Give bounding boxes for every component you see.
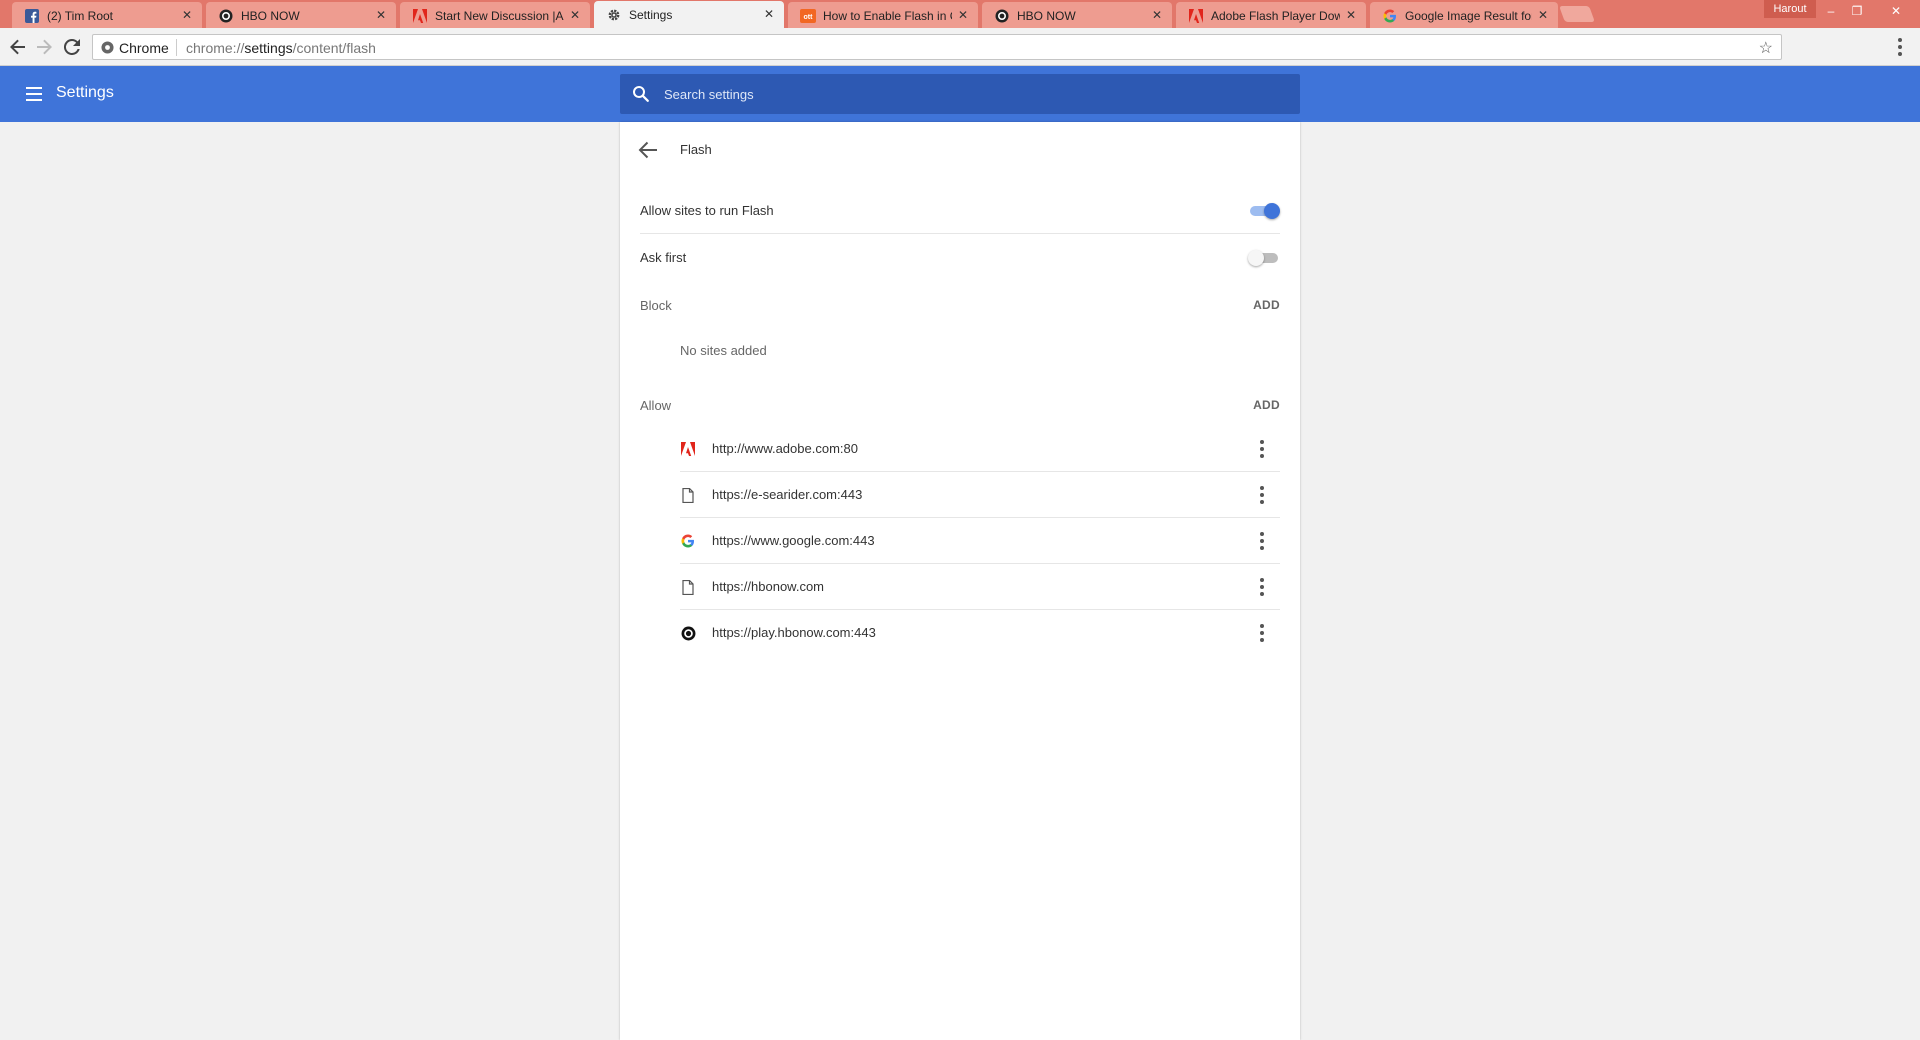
google-icon bbox=[1382, 8, 1398, 24]
browser-toolbar: Chrome chrome://settings/content/flash ☆ bbox=[0, 28, 1920, 66]
tab-title: Start New Discussion |Ad bbox=[435, 9, 564, 23]
tab-strip: (2) Tim Root ✕ HBO NOW ✕ Start New Discu… bbox=[0, 0, 1920, 28]
window-close-button[interactable]: ✕ bbox=[1876, 2, 1916, 20]
close-tab-icon[interactable]: ✕ bbox=[1150, 8, 1164, 22]
close-tab-icon[interactable]: ✕ bbox=[1344, 8, 1358, 22]
allow-flash-toggle[interactable] bbox=[1248, 203, 1280, 219]
origin-chip: Chrome bbox=[119, 40, 169, 56]
gear-icon bbox=[606, 7, 622, 23]
ask-first-label: Ask first bbox=[640, 250, 687, 265]
close-tab-icon[interactable]: ✕ bbox=[1536, 8, 1550, 22]
tab-title: Settings bbox=[629, 8, 673, 22]
back-arrow-icon[interactable] bbox=[638, 141, 658, 159]
profile-button[interactable]: Harout bbox=[1764, 0, 1816, 18]
list-item[interactable]: https://play.hbonow.com:443 bbox=[680, 610, 1280, 656]
tab-settings[interactable]: Settings ✕ bbox=[594, 1, 784, 28]
svg-text:ott: ott bbox=[804, 14, 814, 21]
back-button[interactable] bbox=[8, 37, 28, 57]
search-settings-box[interactable] bbox=[620, 74, 1300, 114]
site-url: http://www.adobe.com:80 bbox=[712, 441, 858, 456]
adobe-icon bbox=[412, 8, 428, 24]
minimize-button[interactable]: – bbox=[1818, 2, 1844, 20]
url-text[interactable]: chrome://settings/content/flash bbox=[186, 40, 376, 56]
site-url: https://www.google.com:443 bbox=[712, 533, 875, 548]
menu-hamburger-icon[interactable] bbox=[26, 87, 42, 101]
page-icon bbox=[680, 579, 696, 595]
adobe-icon bbox=[1188, 8, 1204, 24]
block-add-button[interactable]: ADD bbox=[1253, 298, 1280, 312]
more-actions-icon[interactable] bbox=[1260, 578, 1264, 596]
allow-flash-label: Allow sites to run Flash bbox=[640, 203, 774, 218]
ask-first-row[interactable]: Ask first bbox=[640, 235, 1280, 281]
tab-title: Google Image Result for bbox=[1405, 9, 1532, 23]
tab-start-new-discussion[interactable]: Start New Discussion |Ad ✕ bbox=[400, 2, 590, 28]
ask-first-toggle[interactable] bbox=[1248, 250, 1280, 266]
close-tab-icon[interactable]: ✕ bbox=[762, 7, 776, 21]
page-title: Settings bbox=[56, 84, 114, 101]
address-bar[interactable]: Chrome chrome://settings/content/flash ☆ bbox=[92, 34, 1782, 60]
site-url: https://e-searider.com:443 bbox=[712, 487, 863, 502]
page-icon bbox=[680, 487, 696, 503]
facebook-icon bbox=[24, 8, 40, 24]
more-actions-icon[interactable] bbox=[1260, 486, 1264, 504]
reload-button[interactable] bbox=[62, 37, 82, 57]
chrome-menu-icon[interactable] bbox=[1896, 38, 1904, 58]
site-url: https://hbonow.com bbox=[712, 579, 825, 594]
hbo-icon bbox=[680, 625, 696, 641]
settings-header: Settings bbox=[0, 66, 1920, 122]
tab-title: (2) Tim Root bbox=[47, 9, 114, 23]
hbo-icon bbox=[994, 8, 1010, 24]
tab-hbo-now-2[interactable]: HBO NOW ✕ bbox=[982, 2, 1172, 28]
allow-add-button[interactable]: ADD bbox=[1253, 398, 1280, 412]
restore-button[interactable]: ❐ bbox=[1844, 2, 1870, 20]
tab-how-to-enable-flash[interactable]: ott How to Enable Flash in C ✕ bbox=[788, 2, 978, 28]
list-item[interactable]: http://www.adobe.com:80 bbox=[680, 426, 1280, 472]
forward-arrow-icon bbox=[37, 39, 52, 55]
back-arrow-icon bbox=[10, 39, 25, 55]
site-url: https://play.hbonow.com:443 bbox=[712, 625, 876, 640]
subpage-title: Flash bbox=[680, 142, 712, 157]
tab-tim-root[interactable]: (2) Tim Root ✕ bbox=[12, 2, 202, 28]
tab-title: HBO NOW bbox=[1017, 9, 1076, 23]
tab-hbo-now[interactable]: HBO NOW ✕ bbox=[206, 2, 396, 28]
list-item[interactable]: https://e-searider.com:443 bbox=[680, 472, 1280, 518]
tab-title: Adobe Flash Player Dow bbox=[1211, 9, 1340, 23]
flash-settings-card: Flash Allow sites to run Flash Ask first… bbox=[620, 122, 1300, 1040]
forward-button[interactable] bbox=[34, 37, 54, 57]
allow-heading: Allow bbox=[640, 398, 672, 413]
hbo-icon bbox=[218, 8, 234, 24]
close-tab-icon[interactable]: ✕ bbox=[568, 8, 582, 22]
omnibox-divider bbox=[176, 39, 177, 56]
more-actions-icon[interactable] bbox=[1260, 532, 1264, 550]
list-item[interactable]: https://www.google.com:443 bbox=[680, 518, 1280, 564]
tab-google-image-result[interactable]: Google Image Result for ✕ bbox=[1370, 2, 1558, 28]
chrome-page-icon bbox=[101, 41, 114, 54]
new-tab-button[interactable] bbox=[1559, 6, 1595, 22]
block-heading: Block bbox=[640, 298, 672, 313]
search-settings-input[interactable] bbox=[664, 74, 1284, 114]
google-icon bbox=[680, 533, 696, 549]
adobe-icon bbox=[680, 441, 696, 457]
search-icon bbox=[633, 86, 649, 102]
close-tab-icon[interactable]: ✕ bbox=[374, 8, 388, 22]
allow-flash-row[interactable]: Allow sites to run Flash bbox=[640, 188, 1280, 234]
allow-section-header: Allow ADD bbox=[640, 398, 1280, 418]
tab-title: How to Enable Flash in C bbox=[823, 9, 952, 23]
more-actions-icon[interactable] bbox=[1260, 440, 1264, 458]
close-tab-icon[interactable]: ✕ bbox=[180, 8, 194, 22]
close-tab-icon[interactable]: ✕ bbox=[956, 8, 970, 22]
more-actions-icon[interactable] bbox=[1260, 624, 1264, 642]
bookmark-star-icon[interactable]: ☆ bbox=[1759, 38, 1773, 58]
ott-icon: ott bbox=[800, 8, 816, 24]
list-item[interactable]: https://hbonow.com bbox=[680, 564, 1280, 610]
tab-title: HBO NOW bbox=[241, 9, 300, 23]
block-section-header: Block ADD bbox=[640, 298, 1280, 318]
tab-adobe-flash-player[interactable]: Adobe Flash Player Dow ✕ bbox=[1176, 2, 1366, 28]
reload-icon bbox=[64, 39, 80, 55]
block-empty-message: No sites added bbox=[680, 343, 767, 358]
subpage-header: Flash bbox=[620, 122, 1300, 178]
